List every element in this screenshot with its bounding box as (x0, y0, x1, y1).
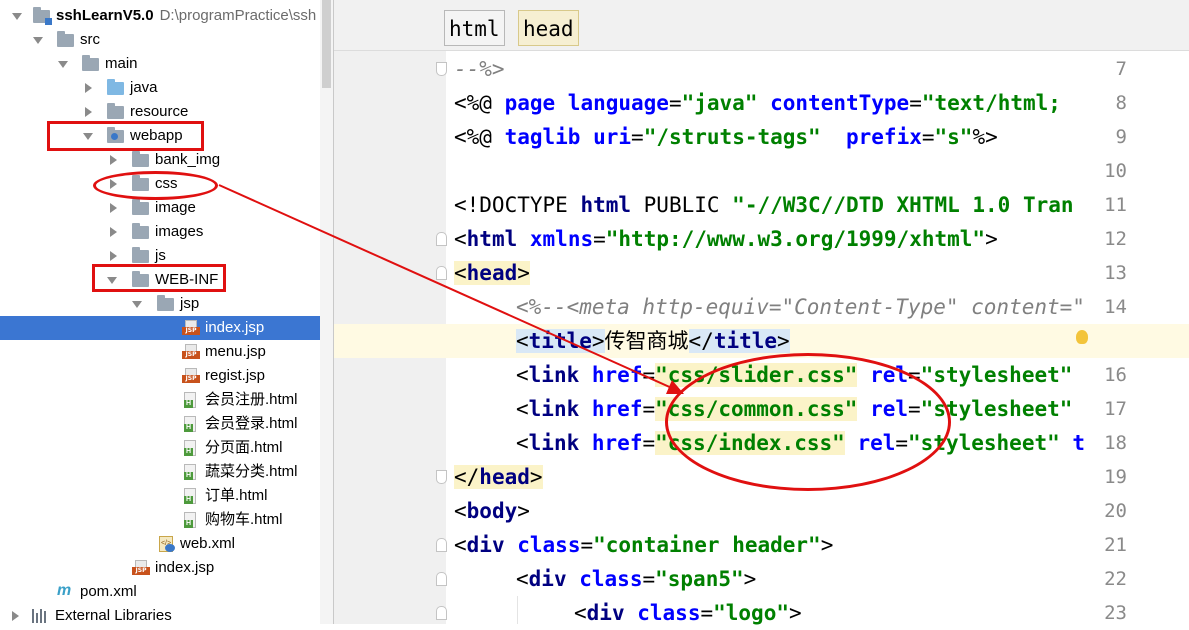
annotation-arrow (218, 184, 684, 394)
annotation-arrow-line (218, 184, 675, 390)
